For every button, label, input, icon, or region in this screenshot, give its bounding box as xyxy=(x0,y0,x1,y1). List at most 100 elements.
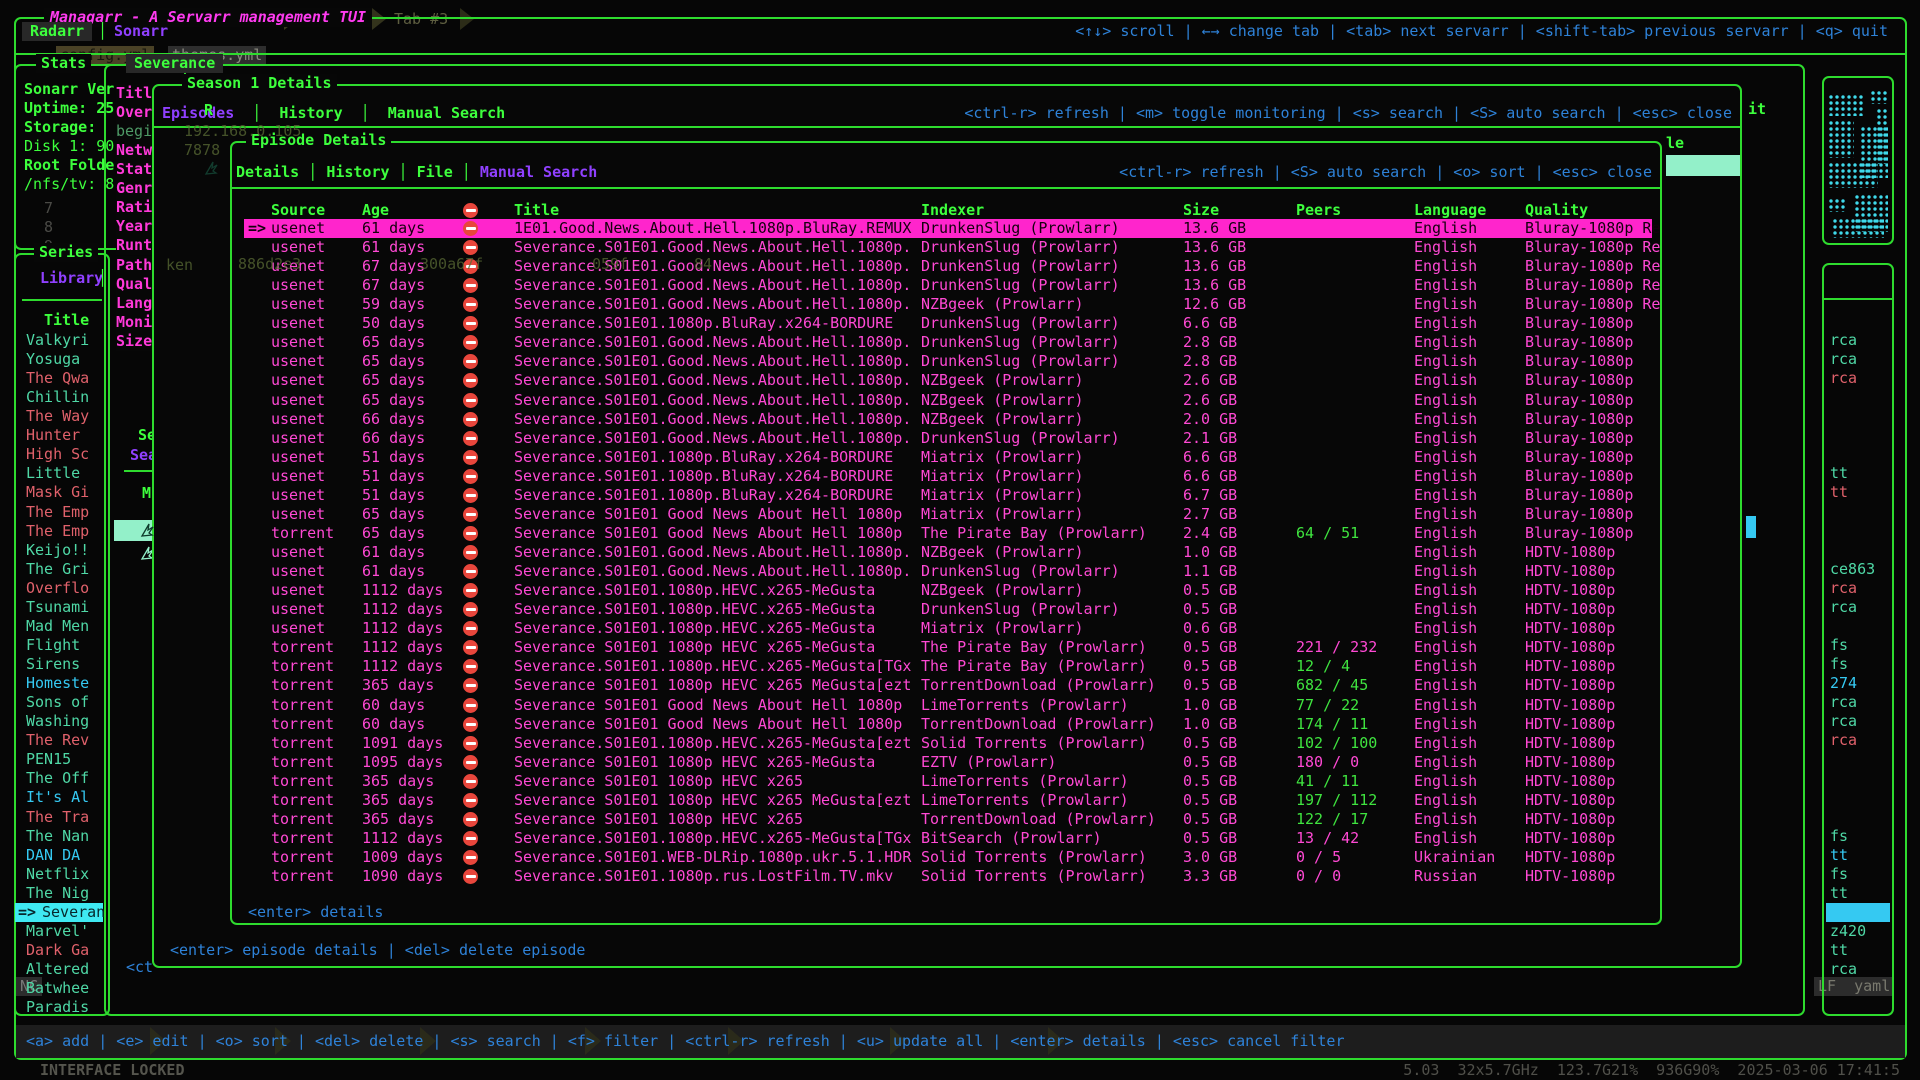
release-quality: Bluray-1080p Re xyxy=(1525,238,1660,257)
series-row[interactable]: Marvel' xyxy=(15,922,103,941)
release-age: 1112 days xyxy=(362,657,443,676)
season-tab-manual-search[interactable]: Manual Search xyxy=(388,104,505,122)
release-peers: 221 / 232 xyxy=(1296,638,1377,657)
release-row[interactable]: usenet1112 daysSeverance.S01E01.1080p.HE… xyxy=(244,581,1652,600)
release-row[interactable]: usenet1112 daysSeverance.S01E01.1080p.HE… xyxy=(244,600,1652,619)
series-row[interactable]: Yosuga xyxy=(15,350,103,369)
release-age: 1112 days xyxy=(362,619,443,638)
release-row[interactable]: =>usenet61 days1E01.Good.News.About.Hell… xyxy=(244,219,1652,238)
series-row[interactable]: Mask Gi xyxy=(15,483,103,502)
release-row[interactable]: torrent1095 daysSeverance S01E01 1080p H… xyxy=(244,753,1652,772)
series-row[interactable]: Dark Ga xyxy=(15,941,103,960)
release-indexer: LimeTorrents (Prowlarr) xyxy=(921,772,1129,791)
series-row[interactable]: Batwhee xyxy=(15,979,103,998)
tab-radarr[interactable]: Radarr xyxy=(22,22,92,41)
episode-keybinds: <ctrl-r> refresh | <S> auto search | <o>… xyxy=(1119,163,1652,182)
series-row[interactable]: Sirens xyxy=(15,655,103,674)
release-title: Severance.S01E01.Good.News.About.Hell.10… xyxy=(514,391,911,410)
release-row[interactable]: usenet61 daysSeverance.S01E01.Good.News.… xyxy=(244,238,1652,257)
release-row[interactable]: usenet61 daysSeverance.S01E01.Good.News.… xyxy=(244,543,1652,562)
release-row[interactable]: torrent1112 daysSeverance.S01E01.1080p.H… xyxy=(244,657,1652,676)
series-row[interactable]: Flight xyxy=(15,636,103,655)
series-row[interactable]: The Qwa xyxy=(15,369,103,388)
release-row[interactable]: torrent60 daysSeverance S01E01 Good News… xyxy=(244,696,1652,715)
release-row[interactable]: torrent60 daysSeverance S01E01 Good News… xyxy=(244,715,1652,734)
series-row[interactable]: PEN15 xyxy=(15,750,103,769)
series-row[interactable]: The Way xyxy=(15,407,103,426)
release-quality: Bluray-1080p xyxy=(1525,391,1633,410)
monitored-header-fragment: M xyxy=(142,484,151,503)
series-row[interactable]: It's Al xyxy=(15,788,103,807)
release-row[interactable]: torrent65 daysSeverance S01E01 Good News… xyxy=(244,524,1652,543)
release-row[interactable]: usenet66 daysSeverance.S01E01.Good.News.… xyxy=(244,429,1652,448)
release-row[interactable]: usenet66 daysSeverance.S01E01.Good.News.… xyxy=(244,410,1652,429)
series-row-label: Chillin xyxy=(26,388,89,407)
release-row[interactable]: usenet65 daysSeverance.S01E01.Good.News.… xyxy=(244,371,1652,390)
series-row-selected[interactable]: =>Severan xyxy=(15,903,103,922)
series-row[interactable]: Altered xyxy=(15,960,103,979)
release-language: English xyxy=(1414,238,1477,257)
release-row[interactable]: usenet65 daysSeverance.S01E01.Good.News.… xyxy=(244,352,1652,371)
series-row[interactable]: The Gri xyxy=(15,560,103,579)
series-row[interactable]: DAN DA xyxy=(15,846,103,865)
season-tab-history[interactable]: History xyxy=(279,104,342,122)
series-row-label: Dark Ga xyxy=(26,941,89,960)
series-row[interactable]: The Nan xyxy=(15,827,103,846)
release-indexer: DrunkenSlug (Prowlarr) xyxy=(921,562,1120,581)
series-row[interactable]: Keijo!! xyxy=(15,541,103,560)
release-row[interactable]: torrent1009 daysSeverance.S01E01.WEB-DLR… xyxy=(244,848,1652,867)
episode-tab-history[interactable]: History xyxy=(326,163,389,181)
release-row[interactable]: torrent1112 daysSeverance.S01E01.1080p.H… xyxy=(244,829,1652,848)
release-row[interactable]: torrent365 daysSeverance S01E01 1080p HE… xyxy=(244,772,1652,791)
episode-tab-details[interactable]: Details xyxy=(236,163,299,181)
release-row[interactable]: torrent1090 daysSeverance.S01E01.1080p.r… xyxy=(244,867,1652,886)
series-row[interactable]: Washing xyxy=(15,712,103,731)
series-row[interactable]: Netflix xyxy=(15,865,103,884)
series-row[interactable]: Chillin xyxy=(15,388,103,407)
season-tab-episodes[interactable]: Episodes xyxy=(162,104,234,122)
series-row[interactable]: The Tra xyxy=(15,808,103,827)
series-row[interactable]: Sons of xyxy=(15,693,103,712)
series-row[interactable]: Tsunami xyxy=(15,598,103,617)
release-row[interactable]: usenet65 daysSeverance.S01E01.Good.News.… xyxy=(244,333,1652,352)
series-row[interactable]: The Emp xyxy=(15,522,103,541)
release-row[interactable]: torrent1091 daysSeverance.S01E01.1080p.H… xyxy=(244,734,1652,753)
release-row[interactable]: usenet1112 daysSeverance.S01E01.1080p.HE… xyxy=(244,619,1652,638)
tab-severance[interactable]: Severance xyxy=(126,54,223,73)
series-row[interactable]: Overflo xyxy=(15,579,103,598)
series-row[interactable]: Valkyri xyxy=(15,331,103,350)
release-row[interactable]: usenet67 daysSeverance.S01E01.Good.News.… xyxy=(244,257,1652,276)
release-row[interactable]: usenet59 daysSeverance.S01E01.Good.News.… xyxy=(244,295,1652,314)
release-row[interactable]: usenet51 daysSeverance.S01E01.1080p.BluR… xyxy=(244,448,1652,467)
series-row[interactable]: The Nig xyxy=(15,884,103,903)
release-row[interactable]: usenet51 daysSeverance.S01E01.1080p.BluR… xyxy=(244,467,1652,486)
release-row[interactable]: torrent365 daysSeverance S01E01 1080p HE… xyxy=(244,791,1652,810)
release-row[interactable]: usenet61 daysSeverance.S01E01.Good.News.… xyxy=(244,562,1652,581)
tab-sonarr[interactable]: Sonarr xyxy=(114,22,168,41)
series-row[interactable]: Paradis xyxy=(15,998,103,1017)
series-row[interactable]: The Emp xyxy=(15,503,103,522)
release-row[interactable]: usenet67 daysSeverance.S01E01.Good.News.… xyxy=(244,276,1652,295)
release-row[interactable]: torrent365 daysSeverance S01E01 1080p HE… xyxy=(244,810,1652,829)
series-row[interactable]: The Off xyxy=(15,769,103,788)
release-row[interactable]: torrent1112 daysSeverance S01E01 1080p H… xyxy=(244,638,1652,657)
series-row[interactable]: Mad Men xyxy=(15,617,103,636)
release-quality: Bluray-1080p Re xyxy=(1525,219,1660,238)
release-row[interactable]: usenet51 daysSeverance.S01E01.1080p.BluR… xyxy=(244,486,1652,505)
release-row[interactable]: torrent365 daysSeverance S01E01 1080p HE… xyxy=(244,676,1652,695)
no-entry-icon xyxy=(463,812,478,827)
release-row[interactable]: usenet65 daysSeverance S01E01 Good News … xyxy=(244,505,1652,524)
series-row[interactable]: Little xyxy=(15,464,103,483)
episode-tab-manual-search[interactable]: Manual Search xyxy=(480,163,597,181)
series-row[interactable]: The Rev xyxy=(15,731,103,750)
episode-tab-file[interactable]: File xyxy=(417,163,453,181)
release-language: English xyxy=(1414,505,1477,524)
release-row[interactable]: usenet50 daysSeverance.S01E01.1080p.BluR… xyxy=(244,314,1652,333)
series-row[interactable]: High Sc xyxy=(15,445,103,464)
series-row[interactable]: Homeste xyxy=(15,674,103,693)
scrollbar-thumb[interactable] xyxy=(1746,516,1756,538)
season-footer: <enter> episode details | <del> delete e… xyxy=(170,941,585,960)
release-row[interactable]: usenet65 daysSeverance.S01E01.Good.News.… xyxy=(244,391,1652,410)
series-row[interactable]: Hunter xyxy=(15,426,103,445)
sidebar-tab-library[interactable]: Library xyxy=(40,269,103,288)
